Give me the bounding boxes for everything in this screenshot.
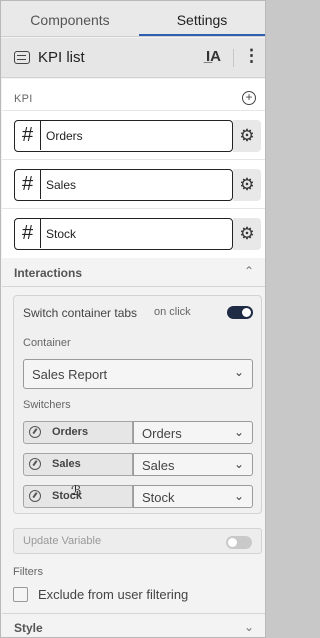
add-kpi-icon[interactable]: +	[242, 91, 256, 105]
chevron-up-icon[interactable]: ⌃	[244, 264, 254, 278]
exclude-filtering-checkbox[interactable]	[13, 587, 28, 602]
kpi-name: Stock	[46, 227, 77, 241]
chevron-down-icon: ⌄	[233, 457, 244, 471]
text-style-icon[interactable]: I̲A	[206, 48, 221, 65]
kpi-item: # Sales ⚙	[2, 159, 265, 208]
kpi-item: # Orders ⚙	[2, 110, 265, 159]
gauge-icon	[29, 426, 41, 438]
update-variable-label: Update Variable	[23, 535, 102, 547]
kpi-name: Sales	[46, 178, 77, 192]
update-variable-toggle[interactable]	[226, 536, 252, 549]
toggle-knob	[228, 538, 237, 547]
style-section-header[interactable]: Style ⌄	[2, 613, 265, 638]
chevron-down-icon: ⌄	[233, 365, 244, 379]
component-header: KPI list I̲A ⋮	[1, 38, 265, 78]
switcher-row: Sales Sales ⌄	[23, 453, 253, 476]
container-select[interactable]: Sales Report ⌄	[23, 359, 253, 389]
interactions-section-header[interactable]: Interactions ⌃	[2, 259, 265, 287]
switch-tabs-label: Switch container tabs	[23, 306, 138, 320]
tab-settings[interactable]: Settings	[139, 1, 265, 37]
kpi-name-field[interactable]: # Sales	[14, 169, 233, 201]
switcher-kpi: Sales	[23, 453, 133, 476]
switcher-tab-select[interactable]: Orders ⌄	[133, 421, 253, 444]
update-variable-row: Update Variable	[13, 528, 262, 554]
more-vertical-icon[interactable]: ⋮	[243, 46, 260, 66]
kpi-section-label: KPI	[14, 93, 33, 105]
tab-bar: Components Settings	[1, 1, 265, 37]
toggle-knob	[242, 308, 251, 317]
header-divider	[233, 49, 234, 67]
chevron-down-icon[interactable]: ⌄	[244, 620, 254, 634]
switcher-kpi: Orders	[23, 421, 133, 444]
active-tab-indicator	[139, 34, 265, 36]
switcher-row: Orders Orders ⌄	[23, 421, 253, 444]
kpi-list-icon	[14, 51, 30, 64]
interaction-card: Switch container tabs on click Container…	[13, 295, 262, 514]
gear-icon[interactable]: ⚙	[233, 120, 261, 152]
style-title: Style	[14, 621, 43, 635]
filters-label: Filters	[13, 566, 43, 578]
switcher-tab-value: Sales	[142, 458, 175, 473]
kpi-section: KPI + # Orders ⚙ # Sales ⚙ # Stock ⚙	[2, 79, 265, 258]
kpi-item: # Stock ⚙	[2, 208, 265, 257]
switcher-tab-select[interactable]: Stock ⌄	[133, 485, 253, 508]
kpi-name: Orders	[46, 129, 83, 143]
gear-icon[interactable]: ⚙	[233, 218, 261, 250]
switcher-kpi-name: Orders	[52, 426, 89, 438]
kpi-name-field[interactable]: # Orders	[14, 120, 233, 152]
container-label: Container	[23, 337, 71, 349]
switcher-tab-value: Stock	[142, 490, 175, 505]
tab-components[interactable]: Components	[1, 1, 139, 37]
text-cursor-icon: ℬ	[71, 483, 82, 498]
gauge-icon	[29, 458, 41, 470]
interactions-title: Interactions	[14, 266, 83, 280]
gauge-icon	[29, 490, 41, 502]
hash-icon: #	[15, 219, 41, 248]
switch-tabs-toggle[interactable]	[227, 306, 253, 319]
gear-icon[interactable]: ⚙	[233, 169, 261, 201]
trigger-label: on click	[154, 306, 191, 318]
chevron-down-icon: ⌄	[233, 489, 244, 503]
switchers-label: Switchers	[23, 399, 71, 411]
container-value: Sales Report	[32, 367, 108, 382]
hash-icon: #	[15, 121, 41, 150]
switcher-tab-value: Orders	[142, 426, 182, 441]
exclude-filtering-label[interactable]: Exclude from user filtering	[38, 587, 188, 602]
switcher-row: Stock Stock ⌄	[23, 485, 253, 508]
chevron-down-icon: ⌄	[233, 425, 244, 439]
component-title: KPI list	[38, 49, 85, 66]
switcher-kpi-name: Sales	[52, 458, 81, 470]
switcher-tab-select[interactable]: Sales ⌄	[133, 453, 253, 476]
settings-panel: Components Settings KPI list I̲A ⋮ KPI +…	[0, 0, 266, 638]
kpi-name-field[interactable]: # Stock	[14, 218, 233, 250]
hash-icon: #	[15, 170, 41, 199]
